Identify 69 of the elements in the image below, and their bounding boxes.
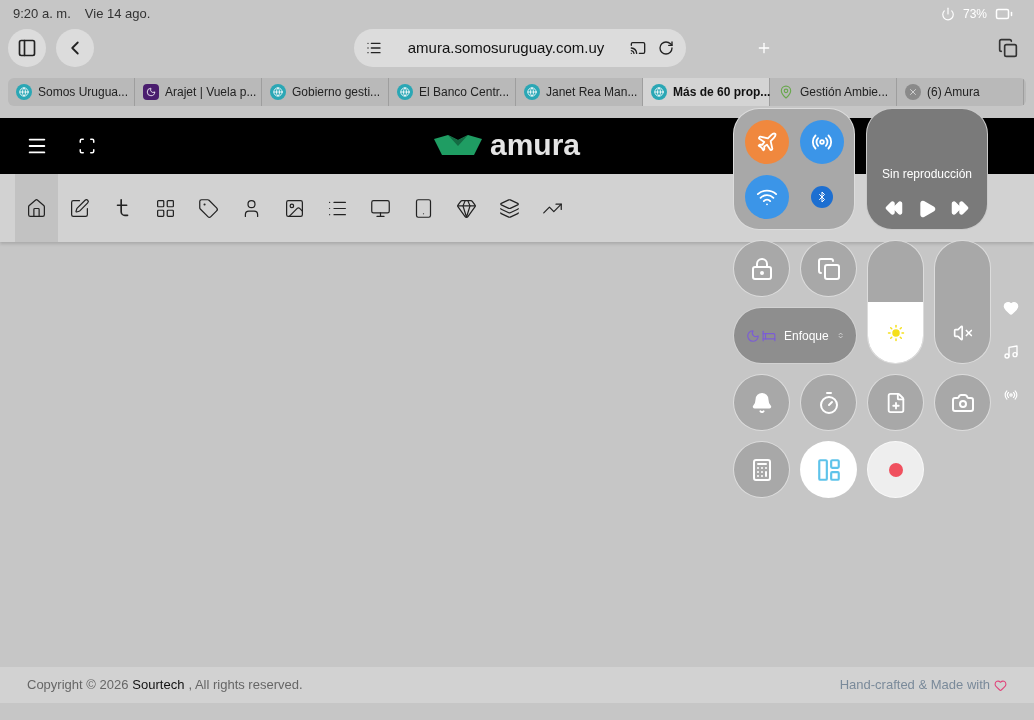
focus-label: Enfoque bbox=[784, 327, 829, 345]
site-icon bbox=[524, 84, 540, 100]
browser-tab[interactable]: Gobierno gesti... bbox=[262, 78, 389, 106]
bluetooth-toggle[interactable] bbox=[810, 185, 833, 208]
windows-icon bbox=[816, 256, 841, 281]
volume-slider[interactable] bbox=[934, 240, 991, 364]
chevron-icon bbox=[836, 330, 844, 341]
media-status: Sin reproducción bbox=[881, 166, 973, 183]
antenna-icon[interactable] bbox=[1004, 388, 1018, 402]
bell-icon bbox=[750, 391, 773, 414]
tabs-overview-icon[interactable] bbox=[998, 38, 1018, 58]
browser-tab[interactable]: Gestión Ambie... bbox=[770, 78, 897, 106]
tab-title: Más de 60 prop... bbox=[673, 84, 771, 101]
fullscreen-icon[interactable] bbox=[78, 137, 96, 155]
boat-logo-icon bbox=[434, 134, 482, 156]
browser-tab[interactable]: Somos Urugua... bbox=[8, 78, 135, 106]
sidebar-button[interactable] bbox=[8, 29, 46, 67]
tab-title: El Banco Centr... bbox=[419, 84, 510, 101]
site-icon bbox=[270, 84, 286, 100]
music-icon[interactable] bbox=[1003, 344, 1019, 360]
moon-icon bbox=[746, 328, 760, 343]
airplane-icon bbox=[755, 130, 778, 153]
reload-icon[interactable] bbox=[658, 40, 674, 56]
panels-icon bbox=[815, 456, 842, 483]
browser-tab[interactable]: Arajet | Vuela p... bbox=[135, 78, 262, 106]
rights-text: , All rights reserved. bbox=[188, 676, 303, 695]
lock-icon bbox=[749, 256, 774, 281]
brightness-slider[interactable] bbox=[867, 240, 924, 364]
power-icon bbox=[940, 7, 955, 21]
tab-title: Janet Rea Man... bbox=[546, 84, 638, 101]
rewind-icon[interactable] bbox=[885, 199, 903, 217]
browser-tab[interactable]: (6) Amura bbox=[897, 78, 1024, 106]
sun-icon bbox=[886, 323, 905, 342]
site-icon bbox=[16, 84, 32, 100]
screen-mirroring-button[interactable] bbox=[800, 240, 857, 297]
tab-title: Arajet | Vuela p... bbox=[165, 84, 257, 101]
fast-forward-icon[interactable] bbox=[951, 199, 969, 217]
stage-manager-button[interactable] bbox=[800, 441, 857, 498]
sidebar-icon bbox=[17, 38, 37, 58]
map-pin-icon bbox=[778, 84, 794, 100]
home-icon[interactable] bbox=[15, 174, 58, 242]
site-logo[interactable]: amura bbox=[490, 130, 581, 160]
screen-record-button[interactable] bbox=[867, 441, 924, 498]
heart-icon[interactable] bbox=[1003, 300, 1019, 316]
address-bar[interactable]: amura.somosuruguay.com.uy bbox=[354, 29, 686, 67]
battery-percent: 73% bbox=[962, 6, 987, 23]
close-icon[interactable] bbox=[905, 84, 921, 100]
credit-text: Hand-crafted & Made with bbox=[839, 676, 990, 695]
site-icon bbox=[397, 84, 413, 100]
company-link[interactable]: Sourtech bbox=[132, 675, 185, 695]
reader-icon[interactable] bbox=[366, 40, 382, 56]
browser-tab[interactable]: El Banco Centr... bbox=[389, 78, 516, 106]
tab-title: Somos Urugua... bbox=[38, 84, 129, 101]
tab-title: Gobierno gesti... bbox=[292, 84, 381, 101]
mute-icon bbox=[952, 323, 973, 343]
rotation-lock-button[interactable] bbox=[733, 240, 790, 297]
tab-title: Gestión Ambie... bbox=[800, 84, 889, 101]
tab-title: (6) Amura bbox=[927, 84, 980, 101]
copyright-text: Copyright © 2026 bbox=[27, 676, 129, 695]
status-date: Vie 14 ago. bbox=[84, 5, 151, 24]
url-text: amura.somosuruguay.com.uy bbox=[406, 37, 606, 58]
bed-icon bbox=[762, 328, 776, 343]
status-time: 9:20 a. m. bbox=[13, 5, 71, 24]
heart-icon bbox=[994, 678, 1007, 692]
back-button[interactable] bbox=[56, 29, 94, 67]
browser-tab[interactable]: Más de 60 prop... bbox=[643, 78, 770, 106]
site-icon bbox=[651, 84, 667, 100]
site-icon bbox=[143, 84, 159, 100]
play-icon[interactable] bbox=[917, 199, 937, 219]
